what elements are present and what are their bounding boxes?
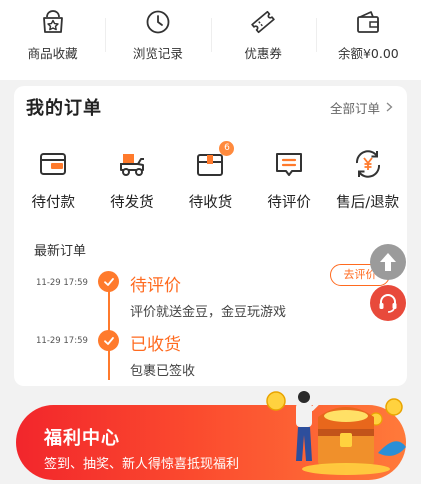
customer-service-button[interactable] [370,285,406,321]
welfare-center-banner[interactable]: 福利中心 签到、抽奖、新人得惊喜抵现福利 [16,391,406,480]
welfare-subtitle: 签到、抽奖、新人得惊喜抵现福利 [44,457,240,472]
quick-links-bar: 商品收藏 浏览记录 优惠券 余额¥0.00 [0,0,421,80]
status-pending-review[interactable]: 待评价 [250,148,329,212]
check-icon [98,330,119,351]
star-bag-icon [42,10,63,33]
order-desc: 评价就送金豆，金豆玩游戏 [130,305,287,320]
status-label: 售后/退款 [336,195,400,211]
orders-card: 我的订单 全部订单 待付款 待发货 6 待收货 待评价 售后/退款 最新订单 1… [14,86,407,386]
wallet-card-icon [40,153,67,175]
status-badge: 6 [219,141,235,156]
arrow-up-icon [380,253,396,271]
quick-link-label: 商品收藏 [27,46,78,61]
quick-link-label: 浏览记录 [132,46,183,61]
status-label: 待发货 [110,195,154,211]
orders-title: 我的订单 [26,98,102,119]
delivery-scooter-icon [119,154,144,176]
quick-link-label: 余额¥0.00 [337,46,399,61]
refund-yen-icon [355,150,380,178]
quick-link-coupons[interactable]: 优惠券 [210,0,316,80]
all-orders-link[interactable]: 全部订单 [330,98,393,117]
status-label: 待付款 [31,195,76,211]
order-desc: 包裹已签收 [130,364,196,379]
order-time: 11-29 17:59 [36,336,88,346]
quick-link-favorites[interactable]: 商品收藏 [0,0,105,80]
status-pending-shipment[interactable]: 待发货 [93,148,172,212]
status-pending-receipt[interactable]: 6 待收货 [171,141,250,212]
treasure-chest-illustration [266,391,406,475]
orders-header: 我的订单 全部订单 [14,86,407,128]
check-icon [98,271,119,292]
scroll-to-top-button[interactable] [370,244,406,280]
quick-link-label: 优惠券 [244,46,282,61]
status-after-sales[interactable]: 售后/退款 [328,148,407,212]
all-orders-label: 全部订单 [329,100,380,116]
status-label: 待评价 [267,195,311,211]
quick-link-history[interactable]: 浏览记录 [105,0,210,80]
clock-icon [146,10,170,34]
headset-icon [379,294,397,313]
ticket-icon [251,10,275,34]
comment-icon [276,153,303,176]
wallet-icon [357,11,380,33]
quick-link-balance[interactable]: 余额¥0.00 [315,0,421,80]
welfare-title: 福利中心 [44,428,120,449]
order-status: 待评价 [130,276,181,296]
chevron-right-icon [386,102,393,112]
status-pending-payment[interactable]: 待付款 [14,148,93,212]
order-status-row: 待付款 待发货 6 待收货 待评价 售后/退款 [14,141,407,212]
status-label: 待收货 [188,195,233,211]
order-time: 11-29 17:59 [36,278,88,288]
order-status: 已收货 [130,335,181,355]
recent-orders-title: 最新订单 [34,244,87,259]
